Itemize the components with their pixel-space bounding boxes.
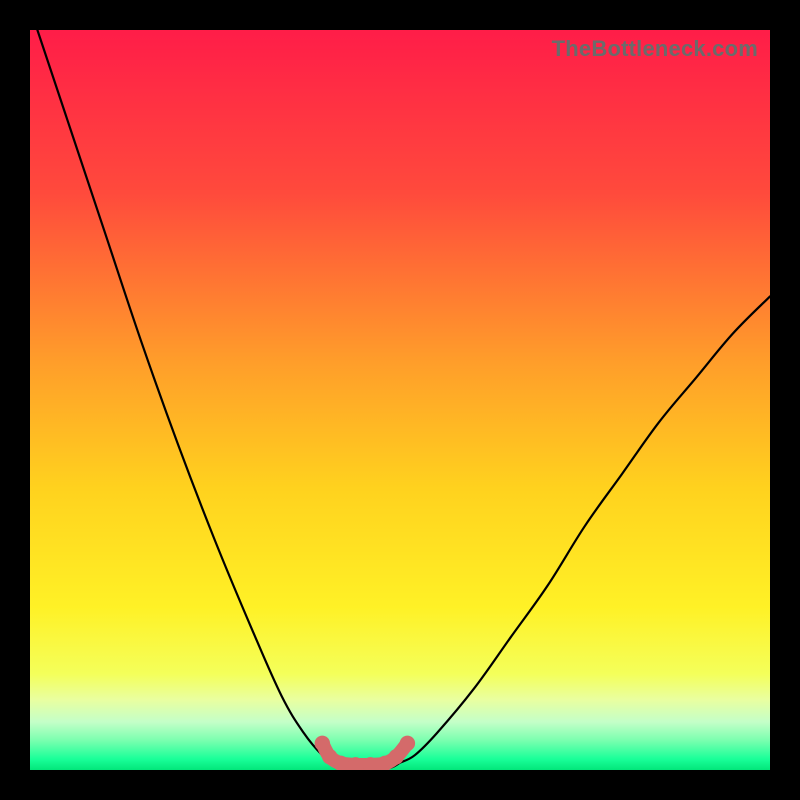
chart-frame: TheBottleneck.com (30, 30, 770, 770)
watermark-text: TheBottleneck.com (552, 36, 758, 62)
chart-svg (30, 30, 770, 770)
chart-background (30, 30, 770, 770)
